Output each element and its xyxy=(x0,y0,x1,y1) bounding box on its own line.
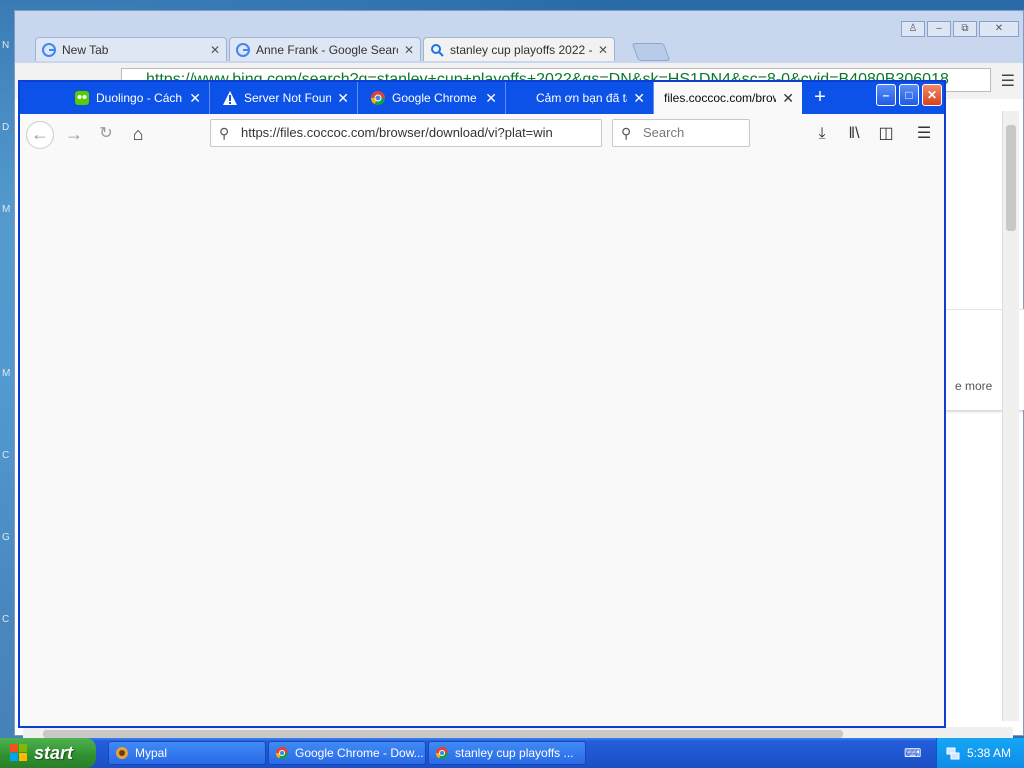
profile-icon[interactable]: ♙ xyxy=(901,21,925,37)
new-tab-plus-icon[interactable]: + xyxy=(808,86,832,110)
library-icon[interactable]: ‖\ xyxy=(840,120,868,148)
keyboard-icon[interactable]: ⌨ xyxy=(904,746,921,760)
firefox-window-controls: – □ ✕ xyxy=(876,84,942,106)
taskbar-item-mypal[interactable]: Mypal xyxy=(108,741,266,765)
firefox-tab-label: Server Not Found xyxy=(244,91,332,105)
firefox-tab[interactable]: Duolingo - Cách h ✕ xyxy=(62,82,210,114)
chrome-menu-icon[interactable]: ☰ xyxy=(1001,71,1015,91)
close-button[interactable]: ✕ xyxy=(979,21,1019,37)
chrome-tab[interactable]: Anne Frank - Google Search ✕ xyxy=(229,37,421,61)
sidebar-icon[interactable]: ◫ xyxy=(872,120,900,148)
close-icon[interactable]: ✕ xyxy=(337,90,349,107)
close-icon[interactable]: ✕ xyxy=(485,90,497,107)
firefox-tab-label: Google Chrome W xyxy=(392,91,479,105)
desktop-icon-label[interactable]: D xyxy=(2,122,9,133)
duolingo-icon xyxy=(75,91,89,105)
chrome-tab-label: stanley cup playoffs 2022 - S xyxy=(450,42,592,57)
firefox-tab[interactable]: Google Chrome W ✕ xyxy=(358,82,506,114)
chrome-icon xyxy=(275,746,289,760)
minimize-button[interactable]: – xyxy=(927,21,951,37)
chrome-tab[interactable]: New Tab ✕ xyxy=(35,37,227,61)
taskbar: start Mypal Google Chrome - Dow... stanl… xyxy=(0,738,1024,768)
search-icon: ⚲ xyxy=(621,125,632,141)
chrome-tab-label: Anne Frank - Google Search xyxy=(256,42,398,57)
desktop-icon-label[interactable]: M xyxy=(2,368,10,379)
home-icon[interactable]: ⌂ xyxy=(124,120,152,148)
search-placeholder: Search xyxy=(643,125,685,140)
firefox-tab-label: Duolingo - Cách h xyxy=(96,91,184,105)
chrome-icon xyxy=(435,746,449,760)
firefox-tab[interactable]: Server Not Found ✕ xyxy=(210,82,358,114)
back-arrow-icon[interactable]: ← xyxy=(26,121,54,149)
search-icon xyxy=(431,43,444,57)
chrome-icon xyxy=(370,91,386,106)
desktop-icon-label[interactable]: N xyxy=(2,40,9,51)
firefox-tab-strip: Duolingo - Cách h ✕ Server Not Found ✕ G… xyxy=(20,82,944,114)
start-label: start xyxy=(34,743,74,763)
firefox-tab-label: Cảm ơn bạn đã tả xyxy=(536,91,628,105)
firefox-tab[interactable]: Cảm ơn bạn đã tả ✕ xyxy=(506,82,654,114)
firefox-window[interactable]: Duolingo - Cách h ✕ Server Not Found ✕ G… xyxy=(18,80,946,728)
desktop-icon-label[interactable]: M xyxy=(2,204,10,215)
system-tray: 5:38 AM xyxy=(936,738,1024,768)
address-bar[interactable]: ⚲ https://files.coccoc.com/browser/downl… xyxy=(210,119,602,147)
firefox-page-content xyxy=(20,154,944,726)
close-icon[interactable]: ✕ xyxy=(598,43,608,57)
desktop-icon-label[interactable]: C xyxy=(2,450,9,461)
network-icon[interactable] xyxy=(945,745,961,761)
hamburger-menu-icon[interactable]: ☰ xyxy=(910,120,938,148)
google-g-icon xyxy=(42,42,56,57)
close-icon[interactable]: ✕ xyxy=(782,90,794,107)
maximize-button[interactable]: □ xyxy=(899,84,919,106)
restore-button[interactable]: ⧉ xyxy=(953,21,977,37)
taskbar-item-chrome[interactable]: Google Chrome - Dow... xyxy=(268,741,426,765)
chrome-tab-label: New Tab xyxy=(62,42,109,57)
warning-icon xyxy=(223,91,237,105)
close-icon[interactable]: ✕ xyxy=(633,90,645,107)
address-bar-text: https://files.coccoc.com/browser/downloa… xyxy=(241,125,553,140)
windows-logo-icon xyxy=(10,744,27,761)
firefox-navbar: ← → ↻ ⌂ ⚲ https://files.coccoc.com/brows… xyxy=(20,114,944,155)
clock[interactable]: 5:38 AM xyxy=(967,746,1011,760)
close-icon[interactable]: ✕ xyxy=(189,90,201,107)
mypal-icon xyxy=(116,747,128,759)
firefox-tab-active[interactable]: files.coccoc.com/brow ✕ xyxy=(654,82,802,114)
download-icon[interactable]: ⤓ xyxy=(808,120,836,148)
new-tab-button[interactable] xyxy=(631,43,671,61)
forward-arrow-icon[interactable]: → xyxy=(60,120,88,148)
taskbar-item-stanley[interactable]: stanley cup playoffs ... xyxy=(428,741,586,765)
close-icon[interactable]: ✕ xyxy=(404,43,414,57)
desktop-icon-label[interactable]: C xyxy=(2,614,9,625)
search-icon: ⚲ xyxy=(219,125,230,141)
chrome-tab-active[interactable]: stanley cup playoffs 2022 - S ✕ xyxy=(423,37,615,61)
search-box[interactable]: ⚲ Search xyxy=(612,119,750,147)
desktop-icon-label[interactable]: G xyxy=(2,532,10,543)
chrome-window-controls: ♙ – ⧉ ✕ xyxy=(901,21,1019,37)
google-g-icon xyxy=(236,42,250,57)
taskbar-item-label: Mypal xyxy=(135,746,168,760)
taskbar-item-label: Google Chrome - Dow... xyxy=(295,746,424,760)
scrollbar-thumb[interactable] xyxy=(1006,125,1016,231)
minimize-button[interactable]: – xyxy=(876,84,896,106)
close-icon[interactable]: ✕ xyxy=(210,43,220,57)
reload-icon[interactable]: ↻ xyxy=(92,120,120,148)
vertical-scrollbar[interactable] xyxy=(1002,111,1019,721)
scrollbar-thumb[interactable] xyxy=(43,730,843,738)
see-more-link[interactable]: e more xyxy=(955,379,992,393)
taskbar-item-label: stanley cup playoffs ... xyxy=(455,746,574,760)
start-button[interactable]: start xyxy=(0,738,96,768)
close-button[interactable]: ✕ xyxy=(922,84,942,106)
firefox-tab-label: files.coccoc.com/brow xyxy=(664,91,777,105)
